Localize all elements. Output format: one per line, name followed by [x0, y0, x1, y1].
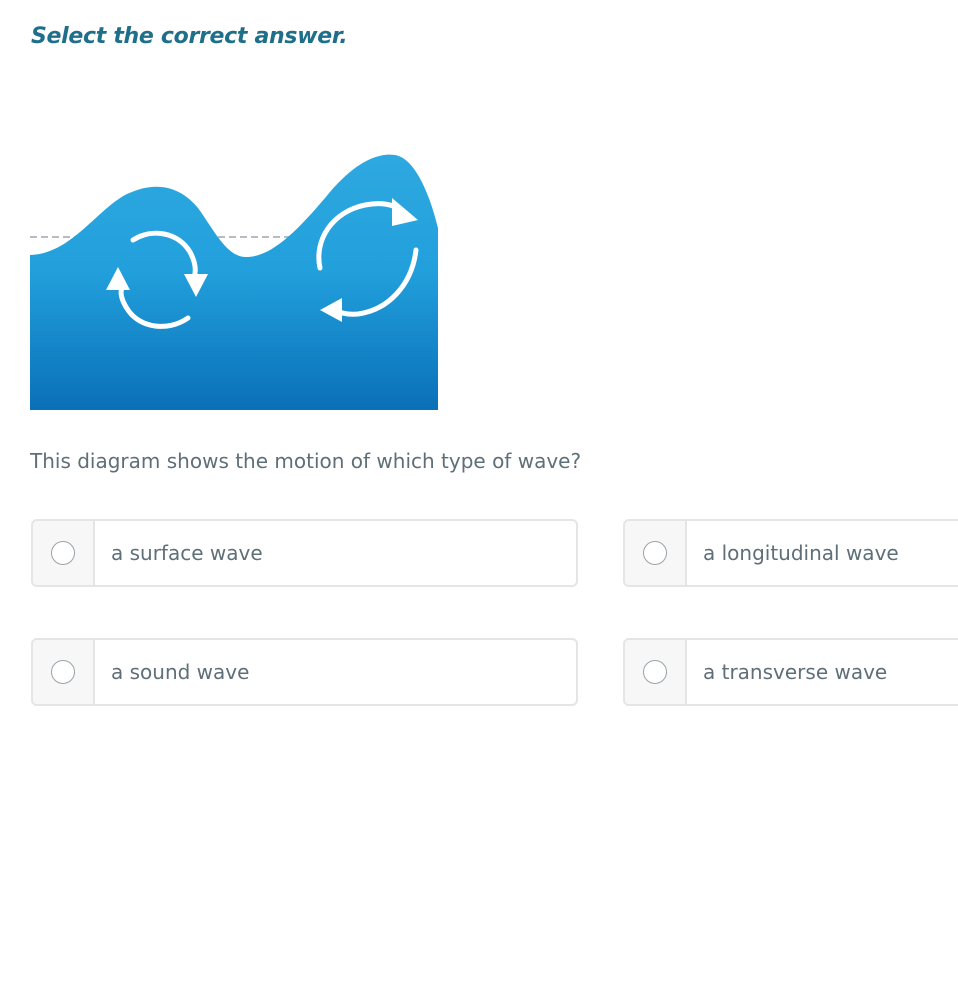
- answer-label: a transverse wave: [703, 660, 888, 684]
- radio-icon[interactable]: [51, 541, 75, 565]
- instruction-heading: Select the correct answer.: [31, 24, 348, 49]
- radio-icon[interactable]: [51, 660, 75, 684]
- water-body: [30, 154, 438, 410]
- radio-icon[interactable]: [643, 660, 667, 684]
- answer-label: a sound wave: [111, 660, 250, 684]
- radio-icon[interactable]: [643, 541, 667, 565]
- question-text: This diagram shows the motion of which t…: [30, 449, 582, 473]
- question-page: Select the correct answer. This diagram …: [0, 0, 958, 1008]
- radio-cell[interactable]: [625, 521, 687, 585]
- answer-option-longitudinal-wave[interactable]: a longitudinal wave: [623, 519, 958, 587]
- answer-option-surface-wave[interactable]: a surface wave: [31, 519, 578, 587]
- wave-diagram: [30, 154, 438, 410]
- radio-cell[interactable]: [625, 640, 687, 704]
- radio-cell[interactable]: [33, 521, 95, 585]
- answer-label: a surface wave: [111, 541, 263, 565]
- radio-cell[interactable]: [33, 640, 95, 704]
- answer-label: a longitudinal wave: [703, 541, 899, 565]
- answer-option-sound-wave[interactable]: a sound wave: [31, 638, 578, 706]
- answer-option-transverse-wave[interactable]: a transverse wave: [623, 638, 958, 706]
